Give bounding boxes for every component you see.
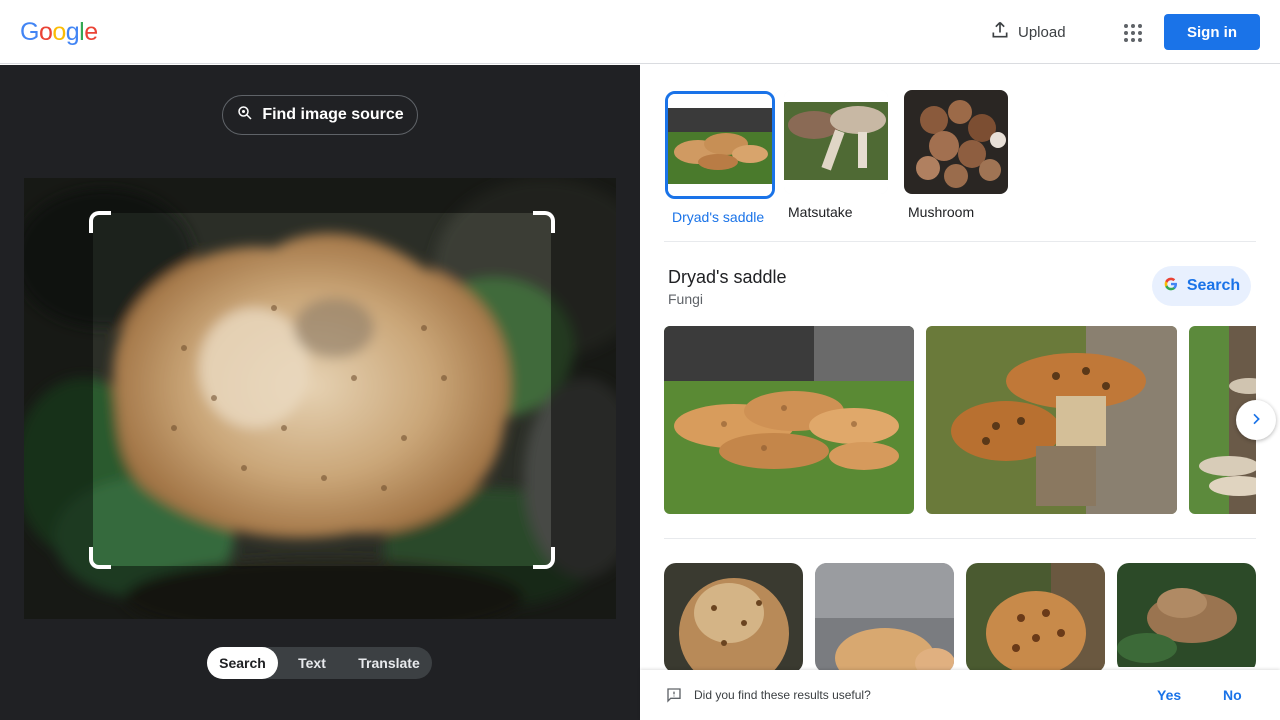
crop-handle-bottom-left[interactable]: [89, 547, 111, 569]
crop-handle-top-left[interactable]: [89, 211, 111, 233]
entity-chips: Dryad's saddle Matsutake Mushroom: [664, 90, 1012, 225]
mode-switcher: Search Text Translate: [207, 647, 432, 679]
result-grid: [664, 563, 1256, 673]
result-image[interactable]: [966, 563, 1105, 673]
google-logo[interactable]: Google: [20, 18, 98, 47]
logo-letter: e: [84, 18, 98, 46]
carousel-next-button[interactable]: [1236, 400, 1276, 440]
mode-translate-tab[interactable]: Translate: [346, 647, 432, 679]
upload-icon: [990, 20, 1010, 44]
find-image-source-button[interactable]: Find image source: [222, 95, 418, 135]
query-image-panel: Find image source Search Text Translate: [0, 65, 640, 720]
feedback-yes-button[interactable]: Yes: [1157, 687, 1181, 703]
entity-subtitle: Fungi: [668, 291, 704, 307]
google-g-icon: [1163, 276, 1179, 297]
find-image-source-label: Find image source: [262, 106, 404, 123]
chip-thumbnail: [784, 90, 888, 194]
upload-button[interactable]: Upload: [990, 18, 1066, 46]
chip-label: Mushroom: [908, 204, 975, 220]
mode-text-tab[interactable]: Text: [278, 647, 346, 679]
logo-letter: o: [52, 18, 66, 46]
results-panel: Dryad's saddle Matsutake Mushroom Dryad'…: [640, 65, 1280, 720]
chip-thumbnail: [665, 91, 775, 199]
feedback-bar: Did you find these results useful? Yes N…: [640, 670, 1280, 720]
chip-label: Matsutake: [788, 204, 853, 220]
visual-matches-carousel: [664, 326, 1256, 514]
result-image[interactable]: [926, 326, 1177, 514]
feedback-no-button[interactable]: No: [1223, 687, 1242, 703]
chip-thumbnail: [904, 90, 1008, 194]
chevron-right-icon: [1248, 411, 1264, 430]
lens-search-icon: [236, 104, 254, 127]
query-image: [24, 178, 616, 619]
crop-handle-bottom-right[interactable]: [533, 547, 555, 569]
apps-grid-icon[interactable]: [1118, 18, 1146, 46]
entity-search-label: Search: [1186, 277, 1241, 294]
entity-title: Dryad's saddle: [668, 267, 787, 287]
logo-letter: g: [65, 18, 80, 46]
chip-dryads-saddle[interactable]: Dryad's saddle: [664, 90, 775, 225]
sign-in-button[interactable]: Sign in: [1164, 14, 1260, 50]
feedback-icon: [666, 687, 682, 708]
divider: [664, 538, 1256, 539]
result-image[interactable]: [664, 563, 803, 673]
feedback-question: Did you find these results useful?: [694, 688, 871, 702]
logo-letter: G: [20, 18, 39, 46]
chip-label: Dryad's saddle: [672, 209, 765, 225]
top-bar: Google Upload Sign in: [0, 0, 1280, 64]
divider: [664, 241, 1256, 242]
mode-search-tab[interactable]: Search: [207, 647, 278, 679]
result-image[interactable]: [815, 563, 954, 673]
chip-matsutake[interactable]: Matsutake: [784, 90, 892, 225]
entity-search-button[interactable]: Search: [1152, 266, 1251, 306]
logo-letter: o: [38, 18, 53, 46]
upload-label: Upload: [1018, 23, 1066, 41]
result-image[interactable]: [664, 326, 914, 514]
chip-mushroom[interactable]: Mushroom: [904, 90, 1012, 225]
result-image[interactable]: [1117, 563, 1256, 673]
crop-handle-top-right[interactable]: [533, 211, 555, 233]
